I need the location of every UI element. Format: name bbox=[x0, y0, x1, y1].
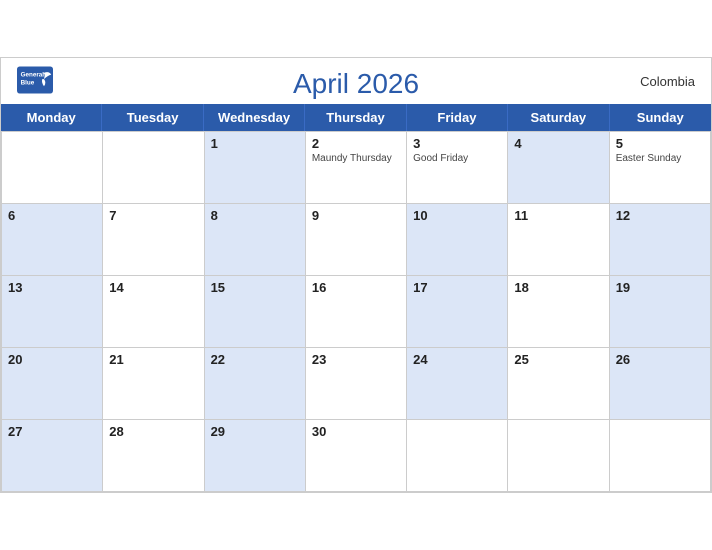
cell-date: 24 bbox=[413, 352, 501, 367]
calendar-cell: 21 bbox=[103, 348, 204, 420]
calendar-cell bbox=[610, 420, 711, 492]
day-thursday: Thursday bbox=[305, 104, 406, 131]
calendar-cell: 14 bbox=[103, 276, 204, 348]
cell-date: 13 bbox=[8, 280, 96, 295]
cell-date: 17 bbox=[413, 280, 501, 295]
cell-date: 20 bbox=[8, 352, 96, 367]
calendar-container: General Blue April 2026 Colombia Monday … bbox=[0, 57, 712, 493]
calendar-cell: 8 bbox=[205, 204, 306, 276]
calendar-cell: 15 bbox=[205, 276, 306, 348]
calendar-cell bbox=[407, 420, 508, 492]
cell-date: 4 bbox=[514, 136, 602, 151]
calendar-cell: 26 bbox=[610, 348, 711, 420]
day-friday: Friday bbox=[407, 104, 508, 131]
calendar-cell: 13 bbox=[2, 276, 103, 348]
calendar-cell: 24 bbox=[407, 348, 508, 420]
cell-date: 28 bbox=[109, 424, 197, 439]
cell-date: 14 bbox=[109, 280, 197, 295]
calendar-cell: 22 bbox=[205, 348, 306, 420]
day-sunday: Sunday bbox=[610, 104, 711, 131]
calendar-cell: 20 bbox=[2, 348, 103, 420]
cell-date: 30 bbox=[312, 424, 400, 439]
svg-text:Blue: Blue bbox=[21, 80, 35, 87]
cell-event: Maundy Thursday bbox=[312, 153, 400, 164]
days-header: Monday Tuesday Wednesday Thursday Friday… bbox=[1, 104, 711, 131]
cell-date: 12 bbox=[616, 208, 704, 223]
calendar-cell: 1 bbox=[205, 132, 306, 204]
day-wednesday: Wednesday bbox=[204, 104, 305, 131]
cell-date: 23 bbox=[312, 352, 400, 367]
calendar-cell: 4 bbox=[508, 132, 609, 204]
calendar-cell: 2 Maundy Thursday bbox=[306, 132, 407, 204]
cell-date: 10 bbox=[413, 208, 501, 223]
svg-text:General: General bbox=[21, 71, 45, 78]
calendar-cell: 5 Easter Sunday bbox=[610, 132, 711, 204]
cell-date: 8 bbox=[211, 208, 299, 223]
calendar-cell bbox=[2, 132, 103, 204]
day-tuesday: Tuesday bbox=[102, 104, 203, 131]
calendar-cell: 16 bbox=[306, 276, 407, 348]
cell-date: 2 bbox=[312, 136, 400, 151]
cell-event: Easter Sunday bbox=[616, 153, 704, 164]
calendar-cell: 3 Good Friday bbox=[407, 132, 508, 204]
calendar-cell: 6 bbox=[2, 204, 103, 276]
cell-date: 15 bbox=[211, 280, 299, 295]
calendar-title: April 2026 bbox=[21, 68, 691, 100]
cell-date: 22 bbox=[211, 352, 299, 367]
calendar-cell: 30 bbox=[306, 420, 407, 492]
calendar-grid: 12 Maundy Thursday 3 Good Friday 45 Easter Su… bbox=[1, 131, 711, 492]
calendar-cell: 27 bbox=[2, 420, 103, 492]
cell-date: 19 bbox=[616, 280, 704, 295]
calendar-cell: 25 bbox=[508, 348, 609, 420]
calendar-cell bbox=[103, 132, 204, 204]
cell-date: 9 bbox=[312, 208, 400, 223]
cell-date: 26 bbox=[616, 352, 704, 367]
calendar-cell: 11 bbox=[508, 204, 609, 276]
calendar-cell: 9 bbox=[306, 204, 407, 276]
cell-date: 27 bbox=[8, 424, 96, 439]
logo-area: General Blue bbox=[17, 66, 53, 94]
cell-date: 11 bbox=[514, 208, 602, 223]
cell-date: 25 bbox=[514, 352, 602, 367]
cell-date: 5 bbox=[616, 136, 704, 151]
cell-date: 16 bbox=[312, 280, 400, 295]
calendar-cell: 12 bbox=[610, 204, 711, 276]
calendar-cell: 7 bbox=[103, 204, 204, 276]
cell-date: 6 bbox=[8, 208, 96, 223]
cell-date: 3 bbox=[413, 136, 501, 151]
calendar-cell bbox=[508, 420, 609, 492]
day-saturday: Saturday bbox=[508, 104, 609, 131]
cell-date: 29 bbox=[211, 424, 299, 439]
calendar-cell: 18 bbox=[508, 276, 609, 348]
cell-date: 18 bbox=[514, 280, 602, 295]
cell-date: 7 bbox=[109, 208, 197, 223]
country-label: Colombia bbox=[640, 74, 695, 89]
calendar-cell: 19 bbox=[610, 276, 711, 348]
cell-date: 21 bbox=[109, 352, 197, 367]
calendar-cell: 28 bbox=[103, 420, 204, 492]
calendar-cell: 29 bbox=[205, 420, 306, 492]
cell-event: Good Friday bbox=[413, 153, 501, 164]
calendar-cell: 23 bbox=[306, 348, 407, 420]
logo-icon: General Blue bbox=[17, 66, 53, 94]
cell-date: 1 bbox=[211, 136, 299, 151]
calendar-cell: 17 bbox=[407, 276, 508, 348]
calendar-cell: 10 bbox=[407, 204, 508, 276]
calendar-header: General Blue April 2026 Colombia bbox=[1, 58, 711, 104]
day-monday: Monday bbox=[1, 104, 102, 131]
